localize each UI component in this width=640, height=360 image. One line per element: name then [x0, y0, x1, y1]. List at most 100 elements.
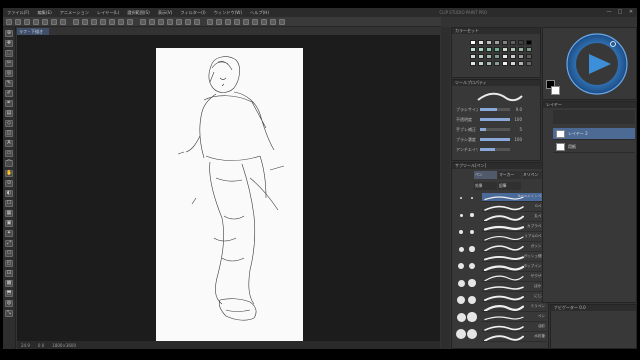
- command-icon[interactable]: [279, 18, 285, 25]
- color-swatch[interactable]: [494, 54, 500, 59]
- brush-item[interactable]: Gペン: [482, 203, 547, 212]
- tool-property-row[interactable]: ブラシサイズ 9.0: [456, 106, 522, 113]
- command-icon[interactable]: [127, 18, 133, 25]
- tool-icon[interactable]: ⎔: [5, 250, 13, 257]
- property-value[interactable]: 9.0: [512, 107, 522, 112]
- command-icon[interactable]: [33, 18, 39, 25]
- menu-view[interactable]: 表示(V): [154, 10, 177, 16]
- tool-icon[interactable]: ▩: [5, 280, 13, 287]
- maximize-button[interactable]: □: [617, 9, 623, 15]
- command-icon[interactable]: [252, 18, 258, 25]
- command-icon[interactable]: [6, 18, 12, 25]
- color-swatch[interactable]: [478, 47, 484, 52]
- color-swatch[interactable]: [526, 54, 532, 59]
- command-icon[interactable]: [194, 18, 200, 25]
- brush-item[interactable]: ガッシュ細筆: [482, 253, 547, 262]
- sub-tool-tab[interactable]: ペン: [474, 171, 497, 179]
- property-slider[interactable]: [480, 148, 510, 151]
- brush-size-preset[interactable]: [459, 213, 463, 217]
- command-icon[interactable]: [15, 18, 21, 25]
- brush-item[interactable]: タップインク: [482, 263, 547, 272]
- menu-help[interactable]: ヘルプ(H): [246, 10, 273, 16]
- tool-icon[interactable]: ⬒: [5, 290, 13, 297]
- color-swatch[interactable]: [486, 47, 492, 52]
- menu-animation[interactable]: アニメーション: [56, 10, 93, 16]
- tool-icon[interactable]: ▭: [5, 150, 13, 157]
- minimize-button[interactable]: —: [606, 9, 612, 15]
- color-swatch[interactable]: [502, 61, 508, 66]
- tool-icon[interactable]: ▦: [5, 210, 13, 217]
- tool-icon[interactable]: ◍: [5, 300, 13, 307]
- brush-size-preset[interactable]: [466, 328, 478, 340]
- tool-icon[interactable]: ✐: [5, 90, 13, 97]
- color-swatch[interactable]: [478, 61, 484, 66]
- tool-icon[interactable]: ◇: [5, 120, 13, 127]
- command-icon[interactable]: [225, 18, 231, 25]
- color-swatch[interactable]: [518, 47, 524, 52]
- command-icon[interactable]: [118, 18, 124, 25]
- drawing-paper[interactable]: [156, 48, 303, 342]
- color-swatch[interactable]: [510, 40, 516, 45]
- color-swatch[interactable]: [518, 40, 524, 45]
- command-icon[interactable]: [158, 18, 164, 25]
- tool-icon[interactable]: ✥: [5, 40, 13, 47]
- color-swatch[interactable]: [478, 40, 484, 45]
- color-swatch[interactable]: [486, 61, 492, 66]
- zoom-readout[interactable]: 24.9: [21, 343, 30, 348]
- menu-file[interactable]: ファイル(F): [3, 10, 33, 16]
- brush-item[interactable]: ぼかし: [482, 283, 547, 292]
- brush-item[interactable]: ミリペン: [482, 303, 547, 312]
- command-icon[interactable]: [185, 18, 191, 25]
- menu-edit[interactable]: 編集(E): [33, 10, 55, 16]
- color-swatch[interactable]: [478, 54, 484, 59]
- brush-size-preset[interactable]: [470, 213, 474, 217]
- color-swatch[interactable]: [486, 54, 492, 59]
- brush-item[interactable]: カブラペン: [482, 223, 547, 232]
- brush-size-preset[interactable]: [469, 229, 475, 235]
- command-icon[interactable]: [73, 18, 79, 25]
- brush-item[interactable]: 水彩筆: [482, 333, 547, 342]
- tool-icon[interactable]: ◎: [5, 70, 13, 77]
- tool-icon[interactable]: ⊡: [5, 270, 13, 277]
- brush-size-preset[interactable]: [456, 329, 466, 339]
- command-icon[interactable]: [60, 18, 66, 25]
- menu-window[interactable]: ウィンドウ(W): [210, 10, 246, 16]
- tool-icon[interactable]: ◰: [5, 260, 13, 267]
- brush-size-preset[interactable]: [468, 262, 476, 270]
- tool-icon[interactable]: ✂: [5, 60, 13, 67]
- brush-size-preset[interactable]: [457, 279, 465, 287]
- brush-item[interactable]: ザクザク: [482, 273, 547, 282]
- tool-property-row[interactable]: アンチエイリアス: [456, 146, 522, 153]
- tool-icon[interactable]: ✒: [5, 100, 13, 107]
- document-tab[interactable]: ラフ・下描き: [17, 28, 49, 35]
- tool-icon[interactable]: ▤: [5, 110, 13, 117]
- tool-icon[interactable]: ⊙: [5, 180, 13, 187]
- tool-icon[interactable]: ⤢: [5, 240, 13, 247]
- tool-icon[interactable]: ✎: [5, 80, 13, 87]
- property-value[interactable]: 100: [512, 117, 522, 122]
- brush-item[interactable]: 油彩: [482, 323, 547, 332]
- brush-size-preset[interactable]: [467, 312, 477, 322]
- tool-property-row[interactable]: 手ブレ補正 5: [456, 126, 522, 133]
- brush-size-preset[interactable]: [459, 230, 463, 234]
- property-value[interactable]: 5: [512, 127, 522, 132]
- color-swatch[interactable]: [526, 61, 532, 66]
- property-slider[interactable]: [480, 118, 510, 121]
- tool-property-row[interactable]: 不透明度 100: [456, 116, 522, 123]
- brush-size-preset[interactable]: [457, 296, 465, 304]
- command-icon[interactable]: [216, 18, 222, 25]
- tool-icon[interactable]: ✋: [5, 170, 13, 177]
- color-swatch[interactable]: [502, 47, 508, 52]
- command-icon[interactable]: [24, 18, 30, 25]
- property-slider[interactable]: [480, 128, 510, 131]
- command-icon[interactable]: [140, 18, 146, 25]
- command-icon[interactable]: [261, 18, 267, 25]
- tool-icon[interactable]: ✦: [5, 230, 13, 237]
- menu-filter[interactable]: フィルター(I): [176, 10, 209, 16]
- layer-row[interactable]: 用紙: [553, 141, 635, 153]
- color-swatch[interactable]: [494, 40, 500, 45]
- tool-property-row[interactable]: ブラシ濃度 100: [456, 136, 522, 143]
- color-swatch[interactable]: [502, 54, 508, 59]
- color-wheel[interactable]: [565, 32, 629, 96]
- tool-icon[interactable]: ◫: [5, 130, 13, 137]
